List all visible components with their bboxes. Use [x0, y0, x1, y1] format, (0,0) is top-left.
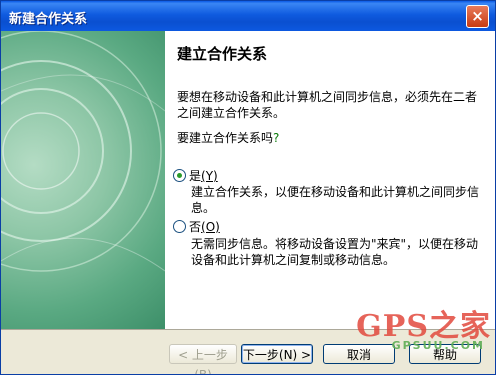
- radio-no[interactable]: 否(O): [173, 218, 220, 235]
- window-title: 新建合作关系: [9, 12, 88, 27]
- wizard-window: 新建合作关系 × 建立合作关系 要想在移动设备和此计算机之间同步信息，必须先在二…: [0, 0, 496, 375]
- question-mark: ?: [273, 131, 280, 145]
- cancel-button[interactable]: 取消: [323, 344, 395, 364]
- radio-yes-description: 建立合作关系，以便在移动设备和此计算机之间同步信息。: [191, 185, 480, 215]
- next-button[interactable]: 下一步(N) >: [241, 344, 313, 364]
- radio-yes-label[interactable]: 是(Y): [189, 167, 218, 184]
- description-text: 要想在移动设备和此计算机之间同步信息，必须先在二者之间建立合作关系。: [177, 90, 478, 120]
- wizard-side-art: [1, 31, 165, 329]
- radio-no-description: 无需同步信息。将移动设备设置为"来宾"，以便在移动设备和此计算机之间复制或移动信…: [191, 237, 479, 267]
- wizard-content: 建立合作关系 要想在移动设备和此计算机之间同步信息，必须先在二者之间建立合作关系…: [165, 31, 495, 329]
- back-button[interactable]: < 上一步(B): [169, 344, 237, 374]
- title-bar[interactable]: 新建合作关系 ×: [1, 1, 495, 31]
- question-label: 要建立合作关系吗: [177, 131, 274, 145]
- swirl-art-icon: [1, 31, 165, 272]
- radio-yes[interactable]: 是(Y): [173, 167, 218, 184]
- close-button[interactable]: ×: [466, 5, 489, 28]
- watermark-site: GPSUU.COM: [391, 339, 485, 352]
- page-title: 建立合作关系: [177, 45, 268, 63]
- close-icon: ×: [471, 7, 484, 25]
- radio-no-label[interactable]: 否(O): [189, 218, 220, 235]
- radio-yes-control[interactable]: [173, 169, 186, 182]
- question-text: 要建立合作关系吗?: [177, 129, 279, 146]
- radio-no-control[interactable]: [173, 220, 186, 233]
